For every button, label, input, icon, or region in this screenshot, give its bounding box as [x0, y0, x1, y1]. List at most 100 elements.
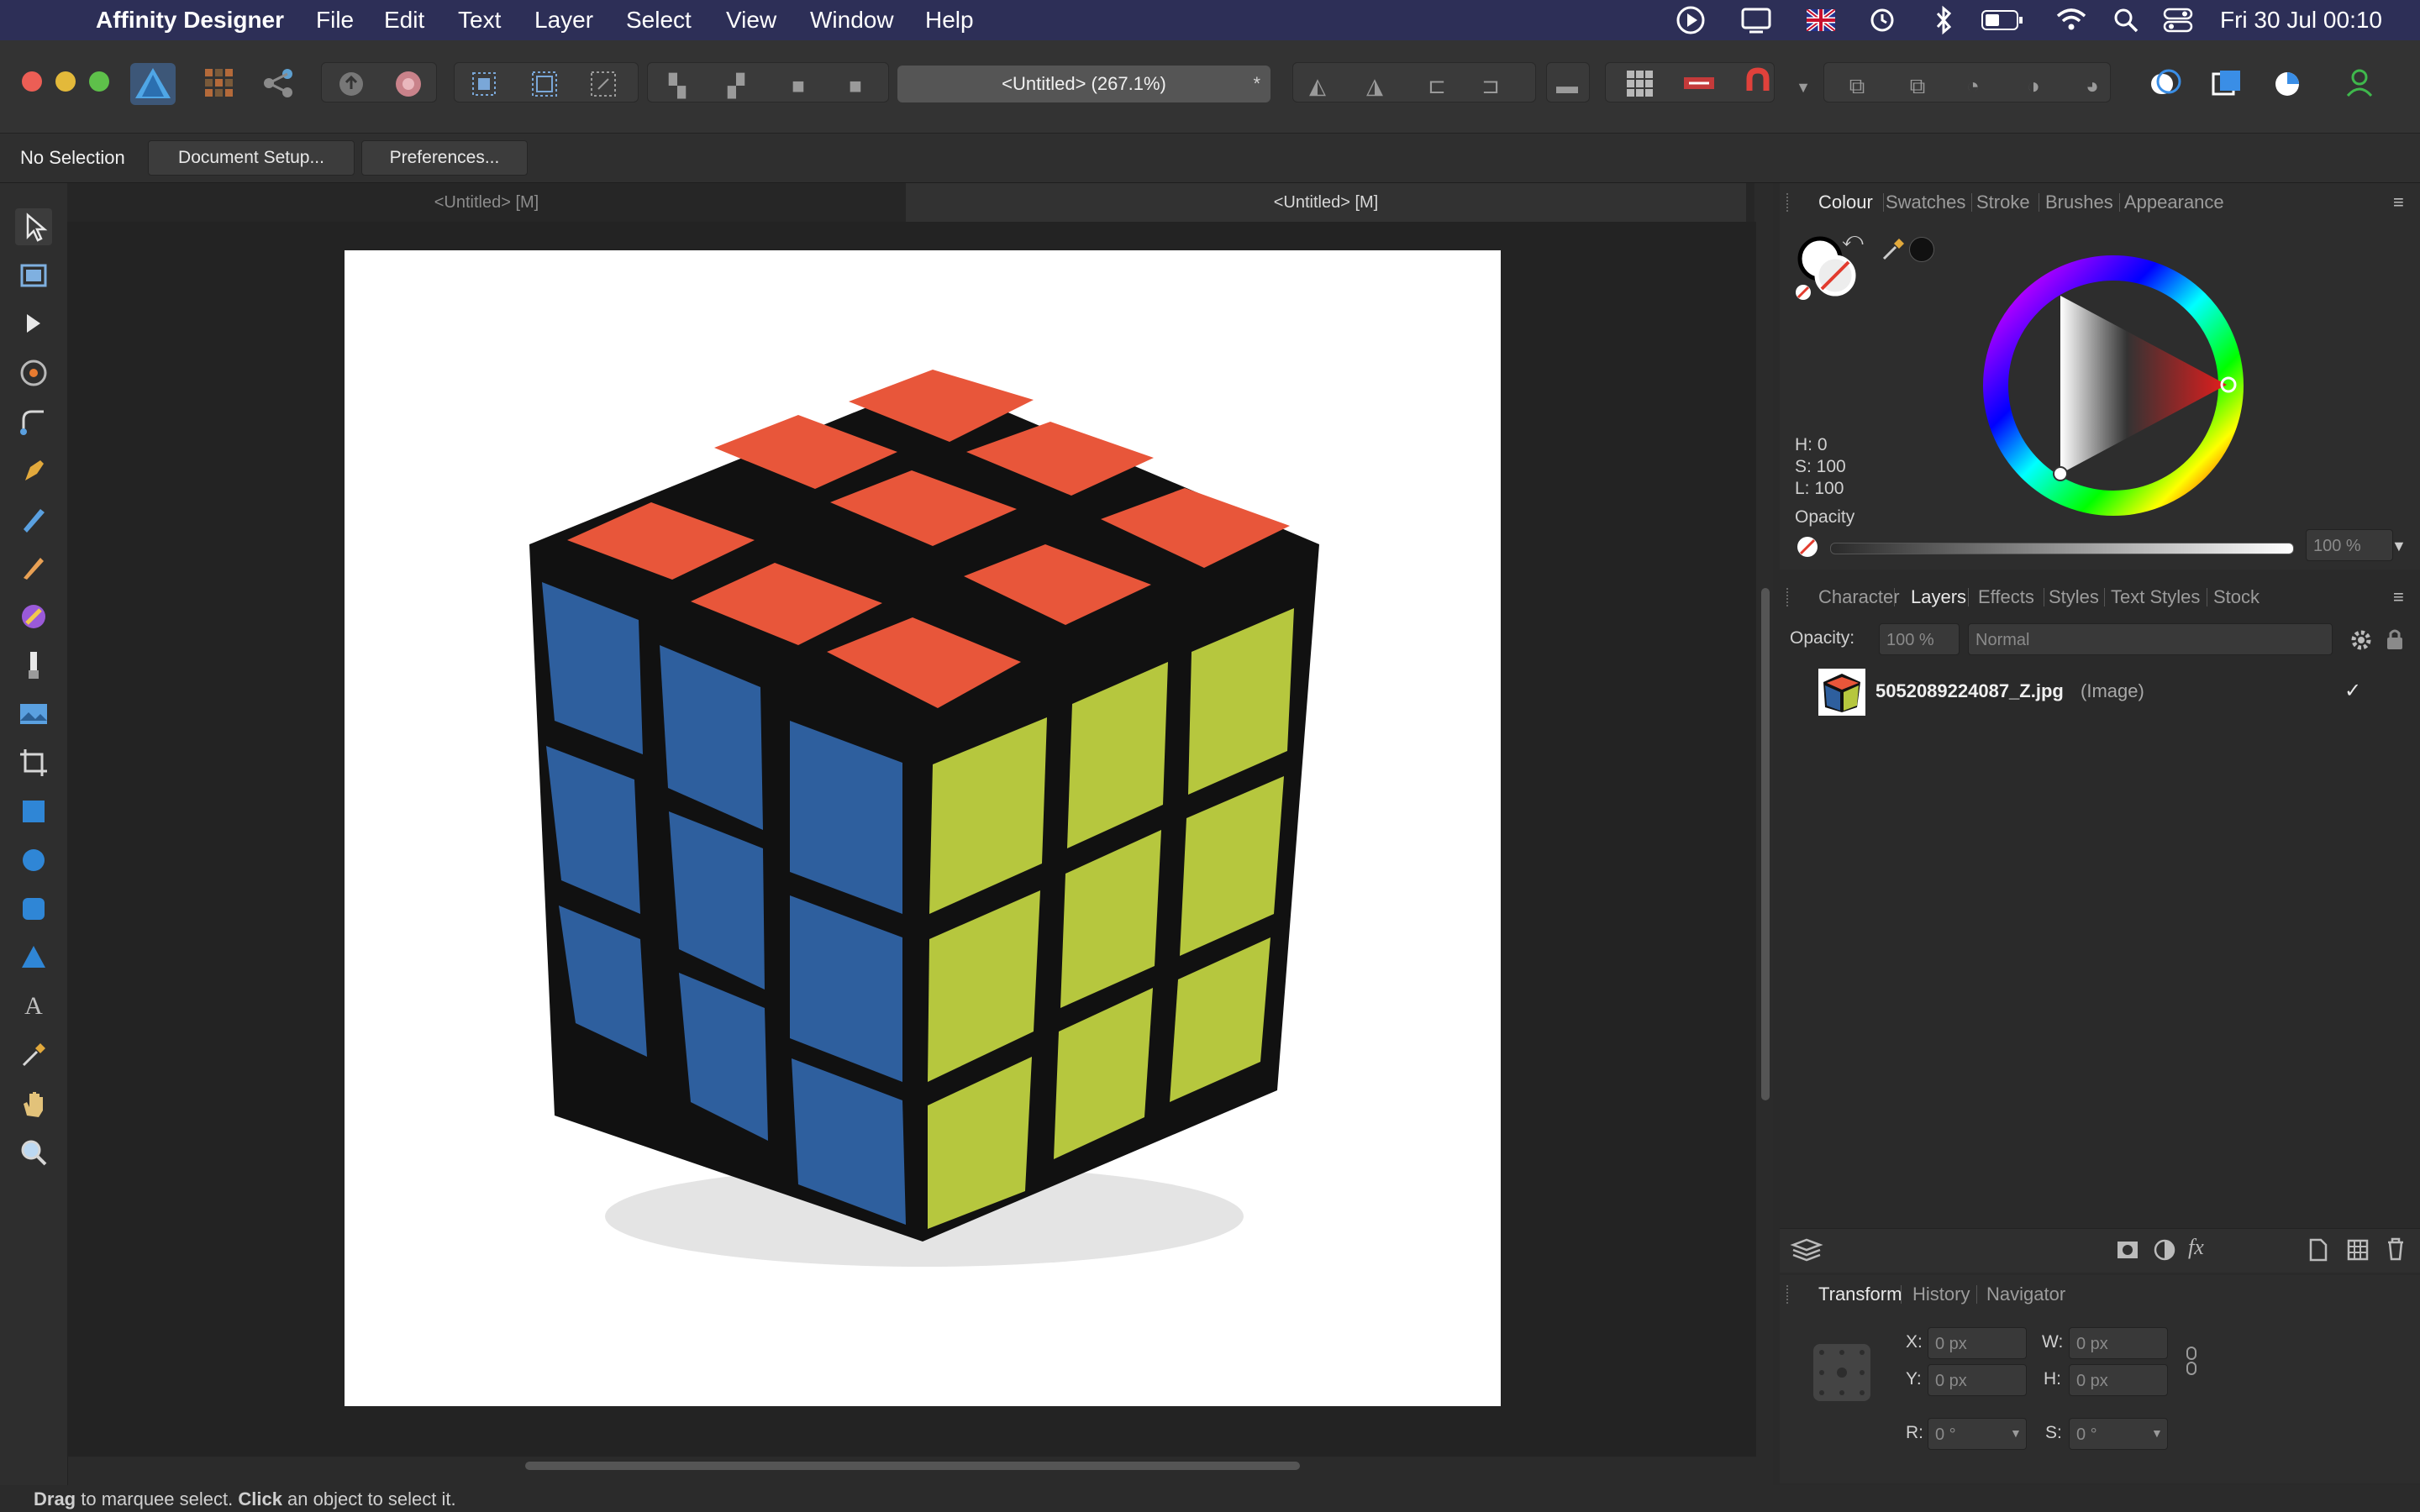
wifi-icon[interactable]	[2055, 7, 2087, 32]
tab-effects[interactable]: Effects	[1978, 586, 2034, 608]
delete-layer-icon[interactable]	[2385, 1236, 2407, 1262]
opacity-field[interactable]: 100 %	[2306, 529, 2393, 561]
rectangle-tool-icon[interactable]	[15, 793, 52, 830]
select-all-icon[interactable]	[469, 69, 499, 99]
tab-untitled-1[interactable]: <Untitled> [M]	[67, 183, 906, 222]
bluetooth-icon[interactable]	[1934, 5, 1953, 35]
flip-horizontal-icon[interactable]: ◭	[1301, 69, 1334, 102]
point-transform-tool-icon[interactable]	[15, 354, 52, 391]
tab-character[interactable]: Character	[1818, 586, 1900, 608]
back-one-icon[interactable]: ▚	[660, 69, 694, 102]
document-setup-button[interactable]: Document Setup...	[148, 140, 355, 176]
vertical-scrollbar[interactable]	[1761, 588, 1770, 1100]
tab-brushes[interactable]: Brushes	[2045, 192, 2113, 213]
close-window-button[interactable]	[22, 71, 42, 92]
pen-tool-icon[interactable]	[15, 452, 52, 489]
to-back-icon[interactable]: ■	[781, 69, 815, 102]
rounded-rectangle-tool-icon[interactable]	[15, 890, 52, 927]
document-title[interactable]: <Untitled> (267.1%) *	[897, 66, 1270, 102]
menu-layer[interactable]: Layer	[534, 7, 593, 34]
tab-history[interactable]: History	[1912, 1284, 1970, 1305]
ellipse-tool-icon[interactable]	[15, 842, 52, 879]
fill-tool-icon[interactable]	[15, 598, 52, 635]
link-aspect-icon[interactable]	[2183, 1346, 2200, 1376]
lock-icon[interactable]	[2385, 627, 2405, 652]
tab-styles[interactable]: Styles	[2049, 586, 2099, 608]
insert-behind-icon[interactable]	[2212, 69, 2244, 99]
triangle-tool-icon[interactable]	[15, 939, 52, 976]
spotlight-search-icon[interactable]	[2112, 7, 2139, 34]
pixel-persona-icon[interactable]	[205, 69, 234, 97]
opacity-dropdown-icon[interactable]: ▼	[2391, 538, 2407, 555]
tab-stroke[interactable]: Stroke	[1976, 192, 2030, 213]
color-picker-tool-icon[interactable]	[15, 1037, 52, 1074]
designer-persona-icon[interactable]	[130, 63, 176, 105]
group-layers-icon[interactable]	[2346, 1238, 2370, 1262]
grid-icon[interactable]	[1627, 71, 1654, 97]
export-persona-icon[interactable]	[262, 67, 294, 99]
pencil-tool-icon[interactable]	[15, 501, 52, 538]
panel-grip[interactable]	[1786, 1285, 1791, 1304]
menu-text[interactable]: Text	[458, 7, 501, 34]
tab-colour[interactable]: Colour	[1818, 192, 1873, 213]
share-icon[interactable]	[334, 67, 368, 101]
tab-transform[interactable]: Transform	[1818, 1284, 1902, 1305]
move-tool-icon[interactable]	[15, 208, 52, 245]
blend-mode-select[interactable]: Normal	[1968, 623, 2333, 655]
layer-name[interactable]: 5052089224087_Z.jpg	[1876, 680, 2064, 702]
vector-brush-tool-icon[interactable]	[15, 549, 52, 586]
menu-view[interactable]: View	[726, 7, 776, 34]
menu-window[interactable]: Window	[810, 7, 894, 34]
artistic-text-tool-icon[interactable]: A	[15, 988, 52, 1025]
control-center-icon[interactable]	[2163, 7, 2193, 34]
snapping-dropdown-icon[interactable]: ▼	[1786, 71, 1820, 104]
panel-grip[interactable]	[1786, 193, 1791, 212]
layer-settings-gear-icon[interactable]	[2349, 628, 2373, 652]
preferences-button[interactable]: Preferences...	[361, 140, 528, 176]
horizontal-scrollbar[interactable]	[525, 1462, 1300, 1470]
menu-help[interactable]: Help	[925, 7, 974, 34]
uk-flag-icon[interactable]	[1807, 9, 1835, 31]
node-tool-icon[interactable]	[15, 306, 52, 343]
corner-tool-icon[interactable]	[15, 403, 52, 440]
mask-icon[interactable]	[2116, 1238, 2139, 1262]
rotation-dropdown-icon[interactable]: ▼	[2010, 1426, 2022, 1440]
zoom-window-button[interactable]	[89, 71, 109, 92]
panel-menu-icon[interactable]: ≡	[2393, 586, 2404, 608]
menu-clock[interactable]: Fri 30 Jul 00:10	[2220, 7, 2382, 34]
crop-tool-icon[interactable]	[15, 744, 52, 781]
swap-colors-icon[interactable]: ⤺	[1842, 228, 1864, 252]
align-icon[interactable]: ▬	[1550, 69, 1584, 102]
layers-stack-icon[interactable]	[1790, 1236, 1823, 1263]
front-one-icon[interactable]: ▞	[719, 69, 753, 102]
x-field[interactable]: 0 px	[1928, 1327, 2027, 1359]
insert-top-icon[interactable]	[2272, 69, 2304, 99]
picked-colour-swatch[interactable]	[1909, 237, 1934, 262]
layer-visibility-checkbox[interactable]: ✓	[2344, 679, 2361, 703]
shear-dropdown-icon[interactable]: ▼	[2151, 1426, 2163, 1440]
time-machine-icon[interactable]	[1869, 7, 1896, 34]
y-field[interactable]: 0 px	[1928, 1364, 2027, 1396]
transform-mode-icon[interactable]	[588, 69, 618, 99]
no-fill-icon[interactable]	[1795, 534, 1820, 559]
pixel-alignment-icon[interactable]	[1684, 72, 1714, 94]
adjustment-icon[interactable]	[2153, 1238, 2176, 1262]
artboard-tool-icon[interactable]	[15, 257, 52, 294]
menu-app-name[interactable]: Affinity Designer	[96, 7, 284, 34]
hand-tool-icon[interactable]	[15, 1085, 52, 1122]
transparency-tool-icon[interactable]	[15, 647, 52, 684]
flip-vertical-icon[interactable]: ◮	[1358, 69, 1392, 102]
opacity-slider[interactable]	[1830, 543, 2294, 554]
battery-icon[interactable]	[1981, 10, 2023, 30]
tab-swatches[interactable]: Swatches	[1886, 192, 1965, 213]
tab-appearance[interactable]: Appearance	[2124, 192, 2224, 213]
tab-layers[interactable]: Layers	[1911, 586, 1966, 608]
layer-opacity-field[interactable]: 100 %	[1879, 623, 1960, 655]
insert-inside-icon[interactable]	[2149, 69, 2181, 99]
w-field[interactable]: 0 px	[2069, 1327, 2168, 1359]
anchor-point-selector[interactable]	[1808, 1339, 1876, 1406]
place-image-tool-icon[interactable]	[15, 696, 52, 732]
fx-icon[interactable]: fx	[2188, 1235, 2204, 1260]
tab-stock[interactable]: Stock	[2213, 586, 2260, 608]
rotate-left-icon[interactable]: ⊏	[1420, 69, 1454, 102]
